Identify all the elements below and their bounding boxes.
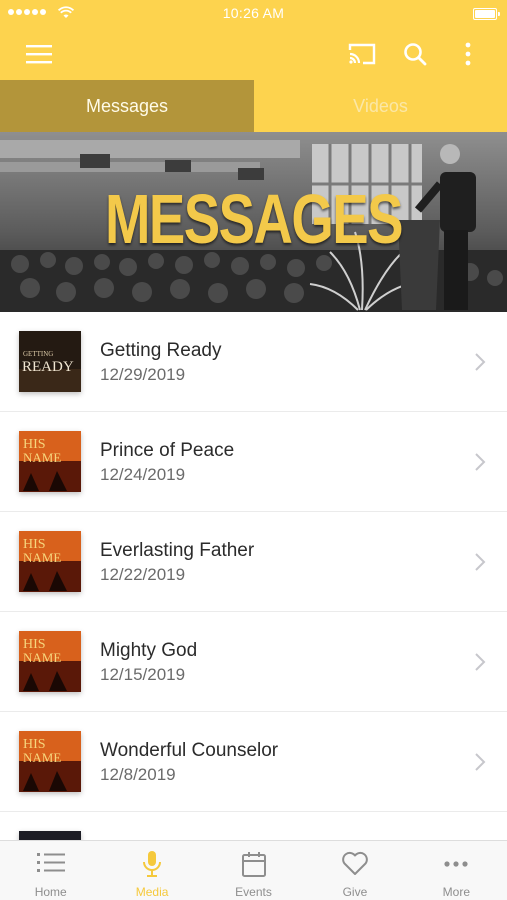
cast-icon	[348, 43, 376, 65]
app-header	[0, 28, 507, 80]
status-bar: 10:26 AM	[0, 0, 507, 28]
list-item[interactable]: HIS NAME Mighty God 12/15/2019	[0, 612, 507, 712]
bottom-tab-bar: Home Media Events Give More	[0, 840, 507, 900]
message-thumbnail: HIS NAME	[19, 431, 81, 492]
tab-label: Events	[235, 885, 272, 899]
ellipsis-icon	[444, 861, 468, 867]
tab-label: Home	[34, 885, 67, 899]
menu-icon	[26, 45, 52, 64]
chevron-right-icon	[475, 353, 486, 371]
message-title: Everlasting Father	[100, 540, 255, 561]
message-thumbnail: HIS NAME	[19, 731, 81, 792]
message-title: Prince of Peace	[100, 440, 235, 461]
message-date: 12/24/2019	[100, 465, 186, 484]
list-item[interactable]: HIS NAME Wonderful Counselor 12/8/2019	[0, 712, 507, 812]
thumb-caption: READY	[22, 359, 74, 375]
chevron-right-icon	[475, 453, 486, 471]
list-item[interactable]	[0, 812, 507, 840]
calendar-icon	[241, 852, 266, 877]
segment-tabs: Messages Videos	[0, 80, 507, 132]
cast-button[interactable]	[340, 28, 384, 80]
chevron-right-icon	[475, 653, 486, 671]
thumb-caption: NAME	[23, 450, 61, 465]
tab-home[interactable]: Home	[0, 841, 101, 900]
message-date: 12/22/2019	[100, 565, 186, 584]
message-thumbnail: GETTING READY	[19, 331, 81, 392]
message-thumbnail: HIS NAME	[19, 531, 81, 592]
status-time: 10:26 AM	[222, 5, 285, 21]
message-title: Getting Ready	[100, 340, 222, 361]
heart-icon	[342, 851, 368, 875]
message-thumbnail: HIS NAME	[19, 631, 81, 692]
message-date: 12/8/2019	[100, 765, 176, 784]
search-button[interactable]	[394, 28, 436, 80]
chevron-right-icon	[475, 553, 486, 571]
menu-button[interactable]	[16, 28, 62, 80]
tab-media[interactable]: Media	[101, 841, 202, 900]
thumb-caption: NAME	[23, 750, 61, 765]
thumb-caption: NAME	[23, 650, 61, 665]
tab-more[interactable]: More	[406, 841, 507, 900]
microphone-icon	[143, 851, 162, 877]
messages-list[interactable]: GETTING READY Getting Ready 12/29/2019 H…	[0, 312, 507, 840]
list-item[interactable]: GETTING READY Getting Ready 12/29/2019	[0, 312, 507, 412]
list-item[interactable]: HIS NAME Everlasting Father 12/22/2019	[0, 512, 507, 612]
thumb-caption: NAME	[23, 550, 61, 565]
message-thumbnail	[19, 831, 81, 840]
tab-give[interactable]: Give	[304, 841, 405, 900]
thumb-caption: GETTING	[23, 350, 53, 358]
tab-label: Give	[342, 885, 368, 899]
list-item[interactable]: HIS NAME Prince of Peace 12/24/2019	[0, 412, 507, 512]
more-vertical-icon	[465, 42, 471, 66]
more-options-button[interactable]	[450, 28, 486, 80]
tab-label: More	[442, 885, 470, 899]
chevron-right-icon	[475, 753, 486, 771]
tab-events[interactable]: Events	[203, 841, 304, 900]
tab-label: Media	[135, 885, 169, 899]
battery-icon	[473, 8, 500, 20]
message-title: Mighty God	[100, 640, 198, 661]
tab-messages[interactable]: Messages	[0, 80, 254, 132]
banner-title: MESSAGES	[104, 180, 404, 258]
tab-videos[interactable]: Videos	[254, 80, 507, 132]
message-date: 12/29/2019	[100, 365, 186, 384]
messages-banner: MESSAGES	[0, 132, 507, 312]
list-icon	[36, 853, 65, 872]
message-date: 12/15/2019	[100, 665, 186, 684]
message-title: Wonderful Counselor	[100, 740, 279, 761]
search-icon	[404, 43, 427, 66]
